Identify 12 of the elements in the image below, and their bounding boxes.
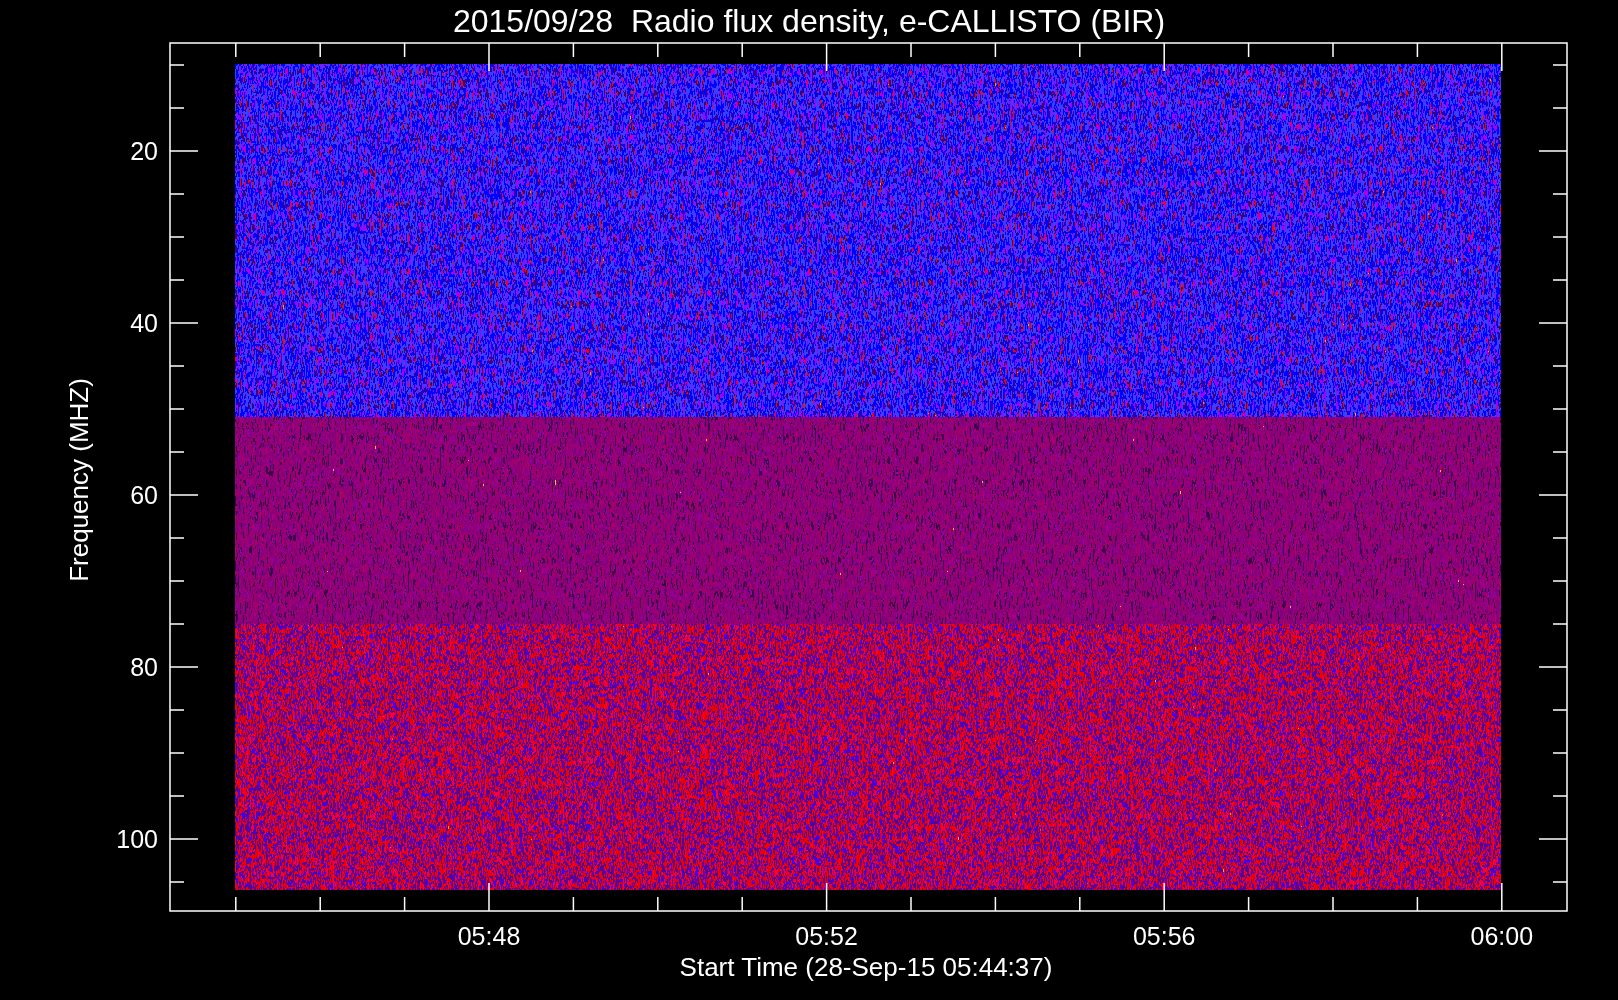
y-tick-label: 100 bbox=[116, 825, 158, 853]
x-axis-label: Start Time (28-Sep-15 05:44:37) bbox=[679, 952, 1053, 982]
y-tick-label: 80 bbox=[130, 653, 158, 681]
y-axis-label: Frequency (MHZ) bbox=[64, 378, 94, 582]
x-tick-label: 06:00 bbox=[1470, 922, 1534, 950]
y-tick-label: 60 bbox=[130, 481, 158, 509]
y-tick-label: 20 bbox=[130, 137, 158, 165]
x-tick-label: 05:56 bbox=[1132, 922, 1196, 950]
y-tick-label: 40 bbox=[130, 309, 158, 337]
x-tick-label: 05:48 bbox=[457, 922, 521, 950]
chart-title: 2015/09/28 Radio flux density, e-CALLISTO (BIR) bbox=[452, 3, 1166, 39]
x-tick-label: 05:52 bbox=[795, 922, 858, 950]
